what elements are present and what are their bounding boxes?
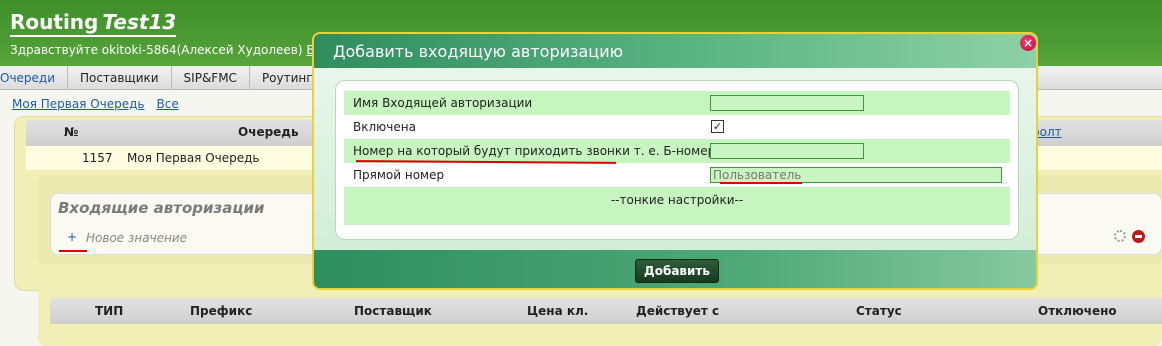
nav-sip-fmc[interactable]: SIP&FMC bbox=[172, 65, 250, 90]
col-type: ТИП bbox=[95, 304, 124, 318]
row-fine-settings: --тонкие настройки-- bbox=[344, 187, 1010, 211]
row-name: Имя Входящей авторизации bbox=[344, 91, 1010, 115]
inbound-auth-title: Входящие авторизации bbox=[58, 199, 265, 217]
b-number-input[interactable] bbox=[710, 143, 864, 159]
name-input[interactable] bbox=[710, 95, 864, 111]
app-title[interactable]: Routing Test13 bbox=[10, 10, 177, 37]
queue-name: Моя Первая Очередь bbox=[127, 151, 260, 165]
queue-id: 1157 bbox=[82, 151, 113, 165]
dialog-title: Добавить входящую авторизацию bbox=[333, 42, 624, 61]
col-price: Цена кл. bbox=[527, 304, 589, 318]
col-status: Статус bbox=[856, 304, 902, 318]
col-provider: Поставщик bbox=[354, 304, 432, 318]
row-spacer bbox=[344, 211, 1010, 225]
direct-number-input[interactable]: Пользователь bbox=[710, 167, 1002, 183]
enabled-checkbox[interactable]: ✓ bbox=[711, 120, 724, 133]
col-queue: Очередь bbox=[238, 125, 299, 139]
link-all[interactable]: Все bbox=[157, 97, 179, 111]
gear-icon[interactable] bbox=[1114, 230, 1126, 242]
dialog-footer: Добавить bbox=[314, 250, 1036, 288]
col-prefix: Префикс bbox=[190, 304, 253, 318]
b-number-label: Номер на который будут приходить звонки … bbox=[353, 144, 716, 158]
dialog-body: Имя Входящей авторизации Включена ✓ Номе… bbox=[314, 68, 1036, 250]
name-label: Имя Входящей авторизации bbox=[353, 96, 533, 110]
routes-table-header: ТИП Префикс Поставщик Цена кл. Действует… bbox=[50, 298, 1162, 324]
greeting-text: Здравствуйте okitoki-5864(Алексей Худоле… bbox=[10, 43, 303, 57]
add-inbound-auth-dialog: Добавить входящую авторизацию × Имя Вход… bbox=[312, 32, 1038, 290]
project-name: Test13 bbox=[102, 10, 177, 34]
enabled-label: Включена bbox=[353, 120, 416, 134]
nav-providers[interactable]: Поставщики bbox=[68, 65, 172, 90]
col-disabled: Отключено bbox=[1038, 304, 1117, 318]
close-icon[interactable]: × bbox=[1020, 35, 1036, 51]
new-value-link[interactable]: Новое значение bbox=[86, 231, 187, 245]
link-my-first-queue[interactable]: Моя Первая Очередь bbox=[12, 97, 145, 111]
direct-number-label: Прямой номер bbox=[353, 168, 445, 182]
annotation-underline bbox=[720, 182, 802, 184]
row-enabled: Включена ✓ bbox=[344, 115, 1010, 139]
fine-settings-toggle[interactable]: --тонкие настройки-- bbox=[344, 193, 1010, 207]
col-number: № bbox=[64, 125, 79, 139]
row-direct-number: Прямой номер Пользователь bbox=[344, 163, 1010, 187]
sub-navigation: Моя Первая Очередь Все bbox=[12, 97, 191, 111]
delete-icon[interactable] bbox=[1132, 230, 1145, 243]
app-title-text: Routing bbox=[10, 10, 99, 34]
col-valid-from: Действует с bbox=[636, 304, 720, 318]
annotation-underline bbox=[59, 250, 87, 252]
dialog-header: Добавить входящую авторизацию × bbox=[314, 34, 1036, 68]
dialog-form: Имя Входящей авторизации Включена ✓ Номе… bbox=[335, 80, 1019, 240]
row-b-number: Номер на который будут приходить звонки … bbox=[344, 139, 1010, 164]
greeting: Здравствуйте okitoki-5864(Алексей Худоле… bbox=[10, 43, 324, 57]
add-button[interactable]: Добавить bbox=[635, 259, 719, 283]
nav-queues[interactable]: Очереди bbox=[0, 65, 69, 90]
add-new-value-button[interactable]: + bbox=[67, 230, 77, 244]
